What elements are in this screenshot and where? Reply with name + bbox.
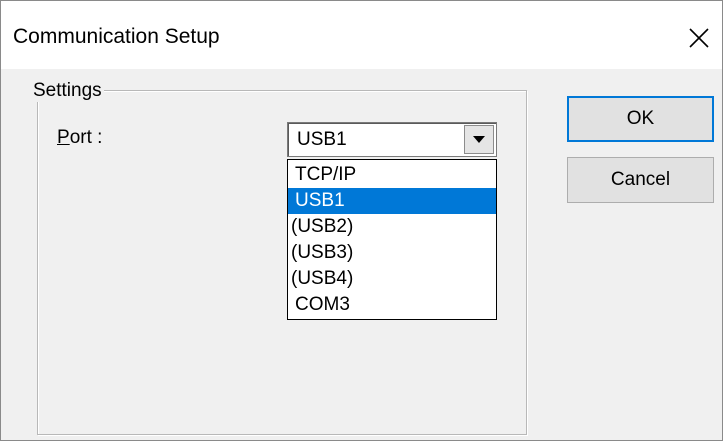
port-option-usb4[interactable]: (USB4) [288, 266, 496, 292]
port-label-accelerator: P [57, 127, 70, 148]
port-label-text: ort : [69, 127, 103, 148]
close-button[interactable] [676, 15, 722, 61]
close-icon [689, 28, 709, 48]
port-option-usb1[interactable]: USB1 [288, 188, 496, 214]
ok-button[interactable]: OK [567, 96, 714, 142]
settings-group-label: Settings [31, 80, 104, 102]
window-title: Communication Setup [13, 25, 220, 48]
port-option-tcpip[interactable]: TCP/IP [288, 162, 496, 188]
port-dropdown-list[interactable]: TCP/IP USB1 (USB2) (USB3) (USB4) COM3 [287, 159, 497, 320]
dropdown-arrow-icon [473, 135, 485, 143]
cancel-button[interactable]: Cancel [567, 157, 714, 203]
port-option-usb3[interactable]: (USB3) [288, 240, 496, 266]
port-option-com3[interactable]: COM3 [288, 292, 496, 318]
port-option-usb2[interactable]: (USB2) [288, 214, 496, 240]
port-combobox-value: USB1 [297, 129, 347, 150]
title-bar: Communication Setup [1, 1, 722, 69]
port-combobox[interactable]: USB1 [287, 122, 497, 157]
port-dropdown-button[interactable] [464, 125, 494, 154]
port-label: Port : [57, 127, 102, 149]
communication-setup-dialog: Communication Setup Settings Port : USB1… [0, 0, 723, 441]
